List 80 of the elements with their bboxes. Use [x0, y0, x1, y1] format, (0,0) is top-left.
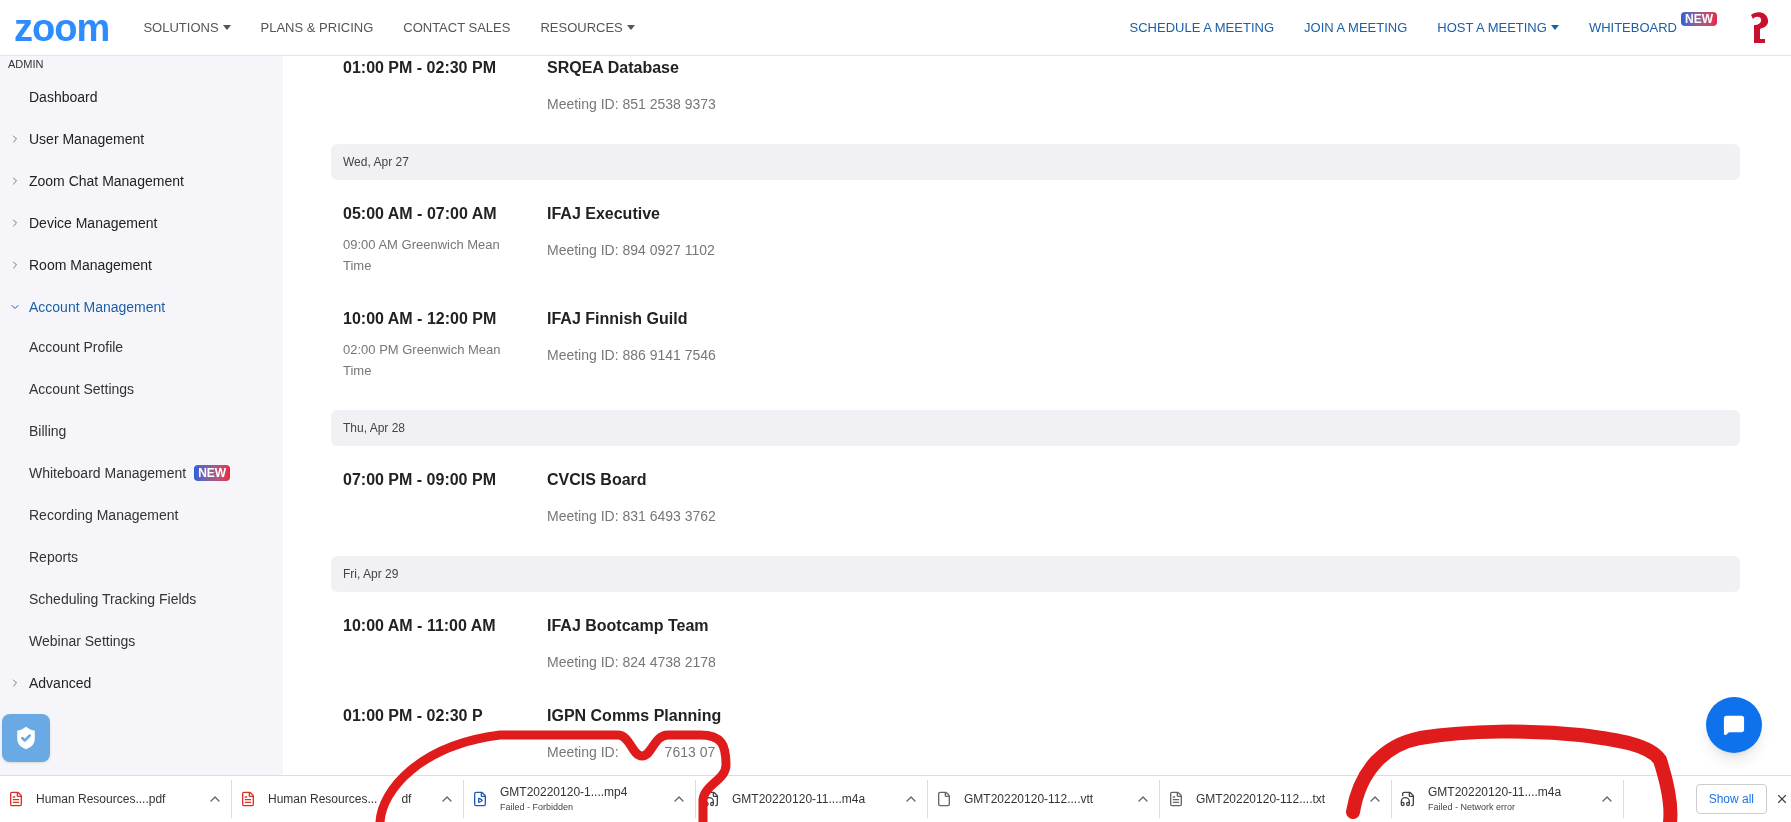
local-time: 02:00 PM Greenwich Mean Time	[343, 341, 502, 380]
sidebar-subitem[interactable]: Account Settings	[29, 378, 135, 400]
caret-icon	[222, 25, 231, 30]
chat-button[interactable]	[1706, 697, 1762, 753]
meeting-time: 07:00 PM - 09:00 PM	[343, 470, 497, 490]
sidebar-item[interactable]: Zoom Chat Management	[0, 160, 283, 202]
meeting-id: Meeting ID: 894 0927 1102	[547, 241, 715, 260]
sidebar-subitem[interactable]: Scheduling Tracking Fields	[29, 588, 197, 610]
sidebar-item[interactable]: User Management	[0, 118, 283, 160]
caret-icon	[1550, 25, 1559, 30]
download-item[interactable]: GMT20220120-11....m4a	[696, 780, 928, 818]
download-item[interactable]: GMT20220120-1....mp4 Failed - Forbidden	[464, 780, 696, 818]
meeting-time: 10:00 AM - 11:00 AM	[343, 616, 497, 636]
download-file-name: GMT20220120-112....txt	[1196, 791, 1326, 808]
meeting-title[interactable]: CVCIS Board	[547, 468, 716, 492]
date-header: Fri, Apr 29	[331, 556, 1740, 592]
header-action-link[interactable]: JOIN A MEETING	[1304, 17, 1408, 38]
header-action-link[interactable]: HOST A MEETING	[1437, 17, 1559, 38]
nav-link[interactable]: SOLUTIONS	[143, 17, 231, 38]
meeting-id: Meeting ID: 851 2538 9373	[547, 95, 716, 114]
sidebar-subitem[interactable]: Billing	[29, 420, 67, 442]
download-file-name: Human Resources....pdf	[36, 791, 166, 808]
sidebar-item[interactable]: Account Management	[0, 286, 283, 328]
meeting-id: Meeting ID:	[547, 743, 619, 762]
date-header: Thu, Apr 28	[331, 410, 1740, 446]
meeting-title[interactable]: IFAJ Bootcamp Team	[547, 614, 716, 638]
download-status: Failed - Network error	[1428, 801, 1517, 815]
download-file-name: Human Resources...	[268, 791, 378, 808]
download-file-name: GMT20220120-1....mp4	[500, 784, 628, 802]
sidebar-section-title: ADMIN	[7, 57, 45, 70]
download-item[interactable]: GMT20220120-112....txt	[1160, 780, 1392, 818]
pdf-file-icon	[240, 791, 256, 807]
download-item[interactable]: GMT20220120-11....m4a Failed - Network error	[1392, 780, 1624, 818]
sidebar-item[interactable]: Room Management	[0, 244, 283, 286]
meeting-time: 01:00 PM - 02:30 P	[343, 706, 484, 726]
pdf-file-icon	[8, 791, 24, 807]
sidebar-subitem[interactable]: Reports	[29, 546, 79, 568]
meeting-title[interactable]: SRQEA Database	[547, 56, 716, 80]
text-file-icon	[1168, 791, 1184, 807]
download-item[interactable]: Human Resources....pdf	[0, 780, 232, 818]
download-status: Failed - Forbidden	[500, 801, 575, 815]
meeting-title[interactable]: IGPN Comms Planning	[547, 704, 722, 728]
meeting-title[interactable]: IFAJ Executive	[547, 202, 715, 226]
sidebar-subitem[interactable]: Webinar Settings	[29, 630, 136, 652]
download-item[interactable]: GMT20220120-112....vtt	[928, 780, 1160, 818]
meeting-id: Meeting ID: 831 6493 3762	[547, 507, 716, 526]
nav-link[interactable]: RESOURCES	[540, 17, 635, 38]
nav-link[interactable]: CONTACT SALES	[403, 17, 511, 38]
local-time: 09:00 AM Greenwich Mean Time	[343, 236, 501, 275]
meeting-id: Meeting ID: 886 9141 7546	[547, 346, 716, 365]
meeting-time: 01:00 PM - 02:30 PM	[343, 58, 497, 78]
sidebar-item[interactable]: Advanced	[0, 662, 283, 704]
video-file-icon	[472, 791, 488, 807]
sidebar-item[interactable]: Device Management	[0, 202, 283, 244]
close-icon[interactable]	[1775, 792, 1789, 806]
sidebar-subitem[interactable]: Account Profile	[29, 336, 124, 358]
audio-file-icon	[1400, 791, 1416, 807]
meeting-id: 7613 07	[664, 743, 716, 762]
download-file-name: GMT20220120-11....m4a	[732, 791, 866, 808]
sidebar-subitem[interactable]: Recording Management	[29, 504, 179, 526]
download-file-name: GMT20220120-11....m4a	[1428, 784, 1562, 802]
caret-icon	[626, 25, 635, 30]
header-action-link[interactable]: WHITEBOARD	[1588, 17, 1677, 38]
meeting-title[interactable]: IFAJ Finnish Guild	[547, 307, 716, 331]
meeting-time: 05:00 AM - 07:00 AM	[343, 204, 498, 224]
show-all-button[interactable]: Show all	[1695, 784, 1767, 814]
file-icon	[936, 791, 952, 807]
new-badge: NEW	[194, 465, 231, 481]
meeting-id: Meeting ID: 824 4738 2178	[547, 653, 716, 672]
chat-bubble-icon	[1723, 714, 1745, 736]
sidebar-subitem[interactable]: Whiteboard Management	[29, 462, 187, 484]
meeting-time: 10:00 AM - 12:00 PM	[343, 309, 498, 329]
download-file-name: GMT20220120-112....vtt	[964, 791, 1094, 808]
download-item[interactable]: Human Resources... df	[232, 780, 464, 818]
date-header: Wed, Apr 27	[331, 144, 1740, 180]
nav-link[interactable]: PLANS & PRICING	[260, 17, 374, 38]
new-badge: NEW	[1681, 11, 1717, 26]
header-action-link[interactable]: SCHEDULE A MEETING	[1129, 17, 1274, 38]
download-file-name: df	[401, 791, 412, 808]
sidebar-item[interactable]: Dashboard	[0, 76, 283, 118]
